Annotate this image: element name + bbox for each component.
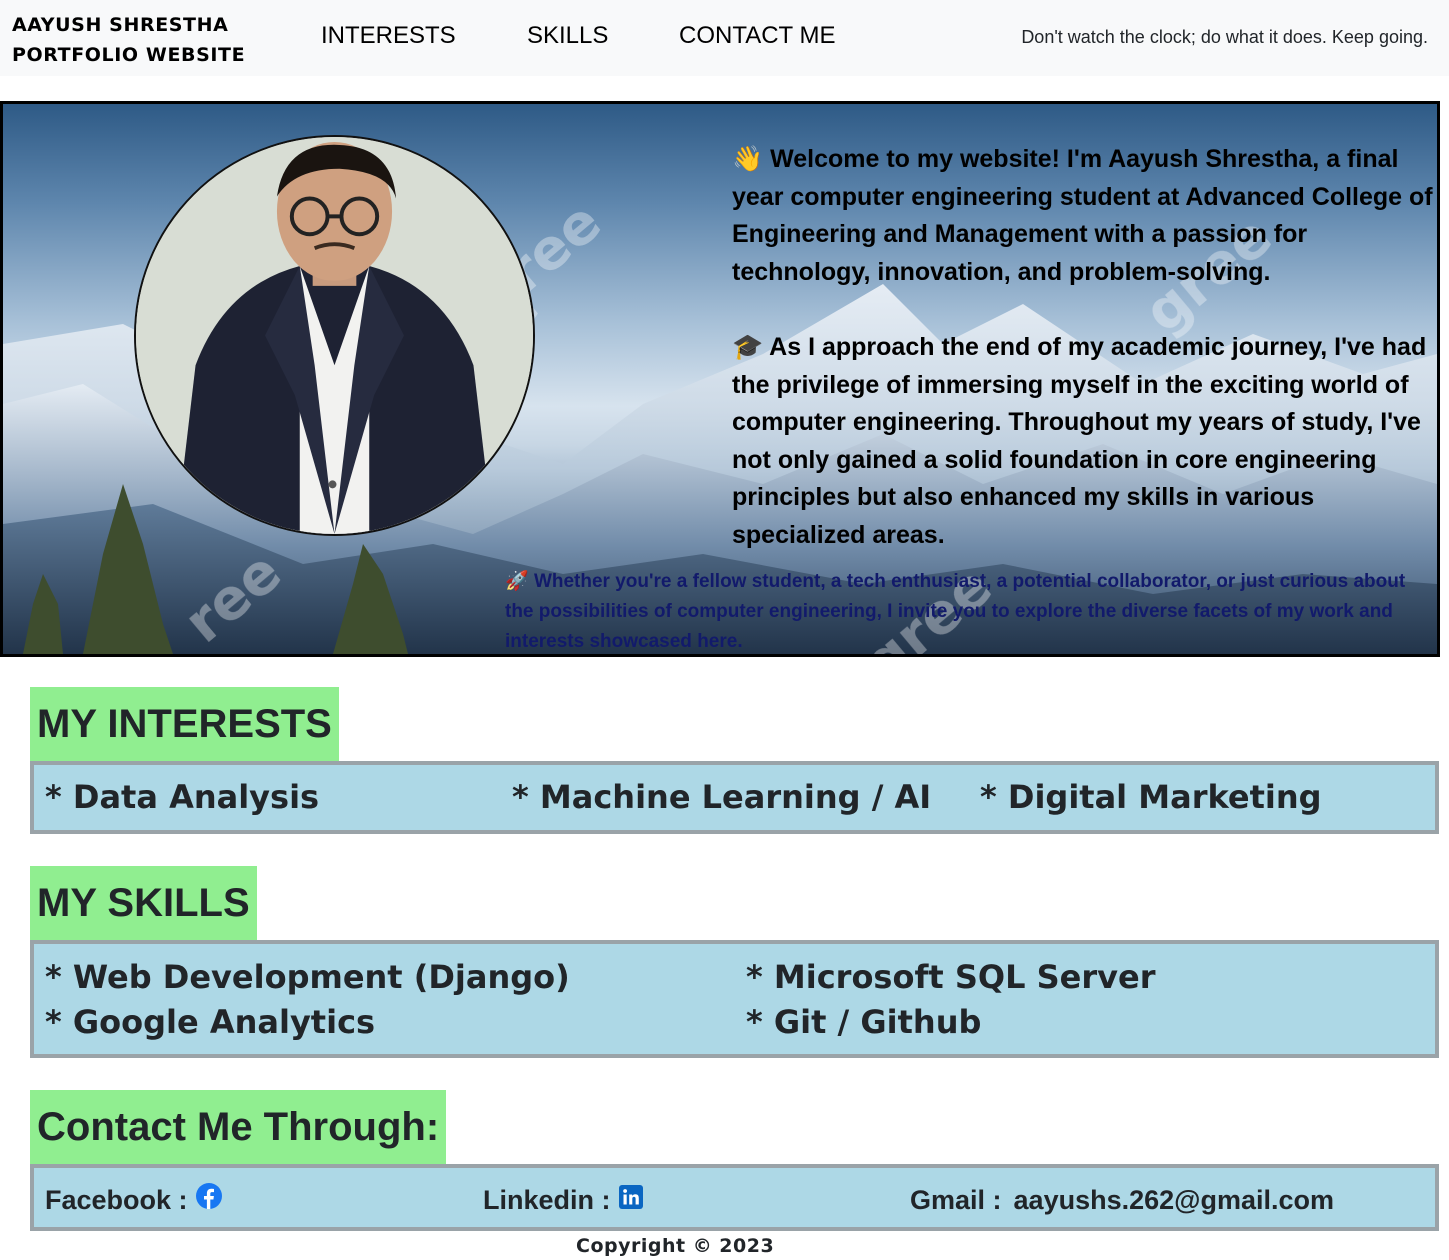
- graduation-cap-icon: 🎓: [732, 332, 764, 361]
- skills-box: * Web Development (Django) * Microsoft S…: [30, 940, 1439, 1058]
- hero-intro-text: 👋 Welcome to my website! I'm Aayush Shre…: [732, 140, 1437, 591]
- linkedin-icon[interactable]: [618, 1182, 643, 1218]
- contact-box: Facebook : Linkedin : Gmail : aayushs.26…: [30, 1164, 1439, 1231]
- contact-facebook: Facebook :: [45, 1182, 222, 1218]
- rocket-icon: 🚀: [505, 570, 529, 592]
- skills-title: MY SKILLS: [30, 866, 257, 940]
- brand-name: AAYUSH SHRESTHA: [12, 14, 229, 36]
- skill-item: * Web Development (Django): [45, 958, 570, 996]
- gmail-address-link[interactable]: aayushs.262@gmail.com: [1014, 1182, 1334, 1218]
- contact-linkedin: Linkedin :: [483, 1182, 643, 1218]
- journey-paragraph: 🎓 As I approach the end of my academic j…: [732, 328, 1437, 554]
- navbar: AAYUSH SHRESTHA PORTFOLIO WEBSITE INTERE…: [0, 0, 1449, 76]
- skill-item: * Git / Github: [746, 1003, 982, 1041]
- nav-link-interests[interactable]: INTERESTS: [321, 22, 456, 50]
- hero-section: ree gree ree gree ree: [0, 101, 1440, 657]
- nav-link-contact[interactable]: CONTACT ME: [679, 22, 835, 50]
- interests-title: MY INTERESTS: [30, 687, 339, 761]
- welcome-text: Welcome to my website! I'm Aayush Shrest…: [732, 145, 1433, 286]
- skill-item: * Google Analytics: [45, 1003, 376, 1041]
- interest-item: * Data Analysis: [45, 778, 320, 816]
- linkedin-label: Linkedin :: [483, 1185, 611, 1215]
- brand[interactable]: AAYUSH SHRESTHA PORTFOLIO WEBSITE: [12, 10, 245, 70]
- skill-item: * Microsoft SQL Server: [746, 958, 1156, 996]
- welcome-paragraph: 👋 Welcome to my website! I'm Aayush Shre…: [732, 140, 1437, 291]
- invite-paragraph: 🚀 Whether you're a fellow student, a tec…: [505, 566, 1430, 654]
- navbar-quote: Don't watch the clock; do what it does. …: [1021, 27, 1428, 47]
- waving-hand-icon: 👋: [732, 144, 764, 173]
- copyright-text: Copyright © 2023: [576, 1235, 775, 1257]
- profile-photo: [134, 135, 535, 536]
- brand-subtitle: PORTFOLIO WEBSITE: [12, 44, 246, 66]
- interests-box: * Data Analysis * Machine Learning / AI …: [30, 761, 1439, 834]
- contact-gmail: Gmail : aayushs.262@gmail.com: [910, 1182, 1334, 1218]
- interest-item: * Digital Marketing: [980, 778, 1322, 816]
- facebook-label: Facebook :: [45, 1185, 188, 1215]
- nav-link-skills[interactable]: SKILLS: [527, 22, 608, 50]
- profile-photo-illustration: [136, 137, 533, 534]
- gmail-label: Gmail :: [910, 1185, 1002, 1215]
- journey-text: As I approach the end of my academic jou…: [732, 333, 1427, 549]
- invite-text: Whether you're a fellow student, a tech …: [505, 571, 1406, 652]
- facebook-icon[interactable]: [195, 1182, 222, 1218]
- contact-title: Contact Me Through:: [30, 1090, 447, 1164]
- interest-item: * Machine Learning / AI: [512, 778, 932, 816]
